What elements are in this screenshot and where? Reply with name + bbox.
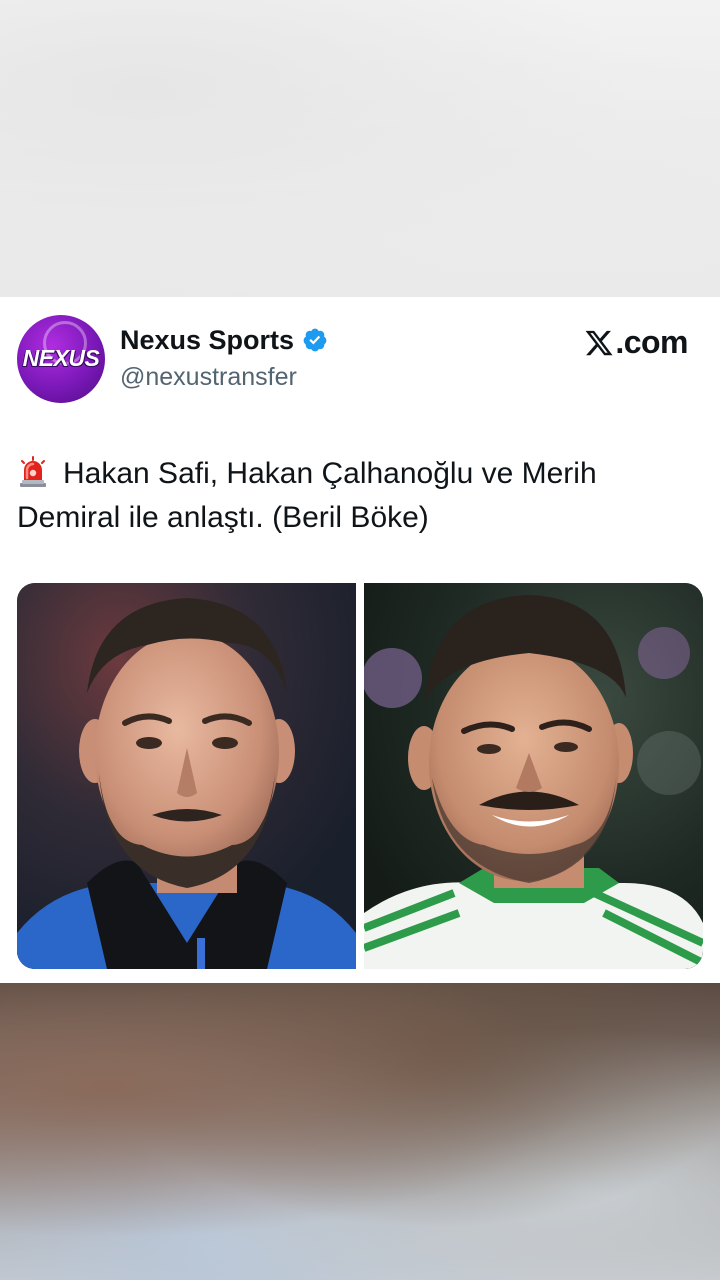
media-grid [17,583,703,969]
site-label: .com [615,324,688,360]
post-text: Hakan Safi, Hakan Çalhanoğlu ve Merih De… [17,457,597,534]
police-siren-icon [17,456,49,488]
player-photo-right[interactable] [364,583,703,969]
blurred-background-top [0,0,720,297]
avatar[interactable]: NEXUS [17,315,105,403]
player-photo-left[interactable] [17,583,356,969]
author-name-row: Nexus Sports [120,323,328,357]
avatar-logo-text: NEXUS [22,345,100,371]
verified-badge-icon [302,327,328,353]
handle[interactable]: @nexustransfer [120,363,297,392]
blurred-background-bottom [0,983,720,1280]
x-logo-icon [584,328,614,358]
tweet-card: NEXUS Nexus Sports @nexustransfer .com H… [0,297,720,983]
post-text-block: Hakan Safi, Hakan Çalhanoğlu ve Merih De… [17,452,697,540]
x-com-brand: .com [584,324,688,361]
display-name[interactable]: Nexus Sports [120,325,294,356]
